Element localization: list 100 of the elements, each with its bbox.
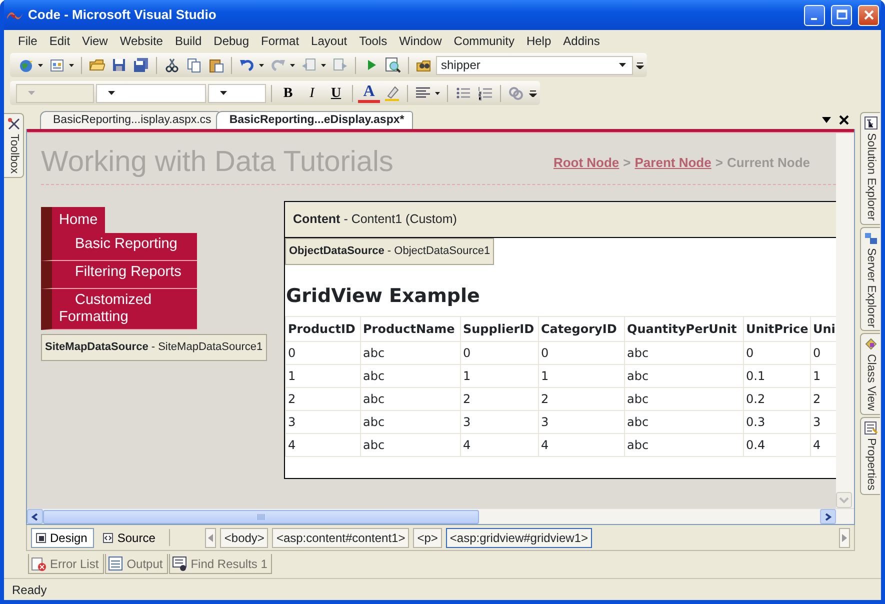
tag-path-item[interactable]: <asp:content#content1>	[272, 528, 410, 548]
document-tab[interactable]: BasicReporting...isplay.aspx.cs	[40, 111, 220, 129]
table-cell: 0	[460, 342, 538, 364]
column-header: ProductName	[360, 316, 460, 342]
side-panel-tab[interactable]: Properties	[860, 417, 880, 495]
side-panel-tab[interactable]: Class View	[860, 333, 880, 416]
menu-item[interactable]: Tools	[353, 32, 394, 50]
underline-button[interactable]: U	[325, 83, 347, 103]
table-cell: 0.3	[744, 410, 810, 434]
page-heading: GridView Example	[286, 284, 481, 308]
table-cell: 3	[286, 410, 360, 434]
menu-link[interactable]: Customized Formatting	[41, 289, 197, 330]
table-cell: 0	[286, 342, 360, 364]
table-cell: abc	[624, 434, 744, 456]
scroll-right-icon[interactable]	[820, 509, 836, 524]
breadcrumb-separator: >	[715, 154, 723, 172]
menu-item[interactable]: Help	[520, 32, 558, 50]
scrollbar-thumb[interactable]	[43, 510, 479, 524]
menu-item[interactable]: Window	[393, 32, 448, 50]
view-tab[interactable]: Source	[98, 528, 162, 548]
source-view-icon[interactable]	[103, 532, 114, 542]
table-cell: abc	[360, 410, 460, 434]
menu-item[interactable]: Addins	[557, 32, 606, 50]
view-tab[interactable]: Design	[31, 528, 94, 548]
browse-icon[interactable]	[383, 55, 403, 75]
maximize-button[interactable]	[831, 4, 852, 26]
content-label: Content - Content1 (Custom)	[293, 211, 457, 228]
font-color-button[interactable]: A	[358, 83, 380, 103]
close-icon[interactable]	[839, 115, 849, 125]
menu-link[interactable]: Basic Reporting	[41, 233, 197, 261]
find-combo[interactable]: shipper	[436, 56, 633, 74]
breadcrumb-separator: >	[623, 154, 631, 172]
table-cell: 1	[460, 364, 538, 388]
tool-window-tab[interactable]: Output	[104, 554, 168, 574]
maximize-icon[interactable]	[836, 9, 848, 21]
breadcrumb-current: Current Node	[726, 154, 810, 172]
table-cell: abc	[624, 388, 744, 410]
server-explorer-icon	[864, 230, 878, 245]
menu-item[interactable]: Community	[448, 32, 520, 50]
table-cell: abc	[624, 342, 744, 364]
column-header: ProductID	[286, 316, 360, 342]
column-header: CategoryID	[538, 316, 624, 342]
status-bar: Ready	[4, 578, 881, 600]
tag-path-item[interactable]: <asp:gridview#gridview1>	[446, 528, 592, 548]
error-list-icon	[31, 556, 47, 572]
document-tab[interactable]: BasicReporting...eDisplay.aspx*	[216, 111, 414, 129]
side-panel-tab[interactable]: Server Explorer	[860, 226, 880, 332]
table-cell: abc	[624, 364, 744, 388]
close-button[interactable]	[858, 4, 879, 26]
properties-icon	[864, 421, 878, 436]
column-header: QuantityPerUnit	[624, 316, 744, 342]
horizontal-scrollbar[interactable]	[27, 508, 854, 524]
menu-item[interactable]: View	[76, 32, 114, 50]
tools-icon[interactable]	[6, 117, 20, 131]
control-label: ObjectDataSource - ObjectDataSource1	[285, 238, 494, 264]
menu-item[interactable]: Layout	[305, 32, 354, 50]
vertical-scrollbar[interactable]	[836, 133, 854, 508]
menu-item[interactable]: Format	[255, 32, 306, 50]
table-cell: 0	[538, 342, 624, 364]
menu-item[interactable]: Debug	[208, 32, 256, 50]
output-icon	[108, 556, 124, 572]
dropdown-caret-icon[interactable]	[618, 63, 626, 67]
table-cell: 4	[460, 434, 538, 456]
table-cell: abc	[360, 434, 460, 456]
italic-button[interactable]: I	[301, 83, 323, 103]
side-panel-tab[interactable]: Solution Explorer	[860, 112, 880, 225]
menu-link[interactable]: Home	[41, 207, 105, 233]
solution-explorer-icon	[864, 116, 878, 130]
table-cell: 2	[286, 388, 360, 410]
table-cell: abc	[624, 410, 744, 434]
table-cell: 4	[286, 434, 360, 456]
tag-path-item[interactable]: <p>	[413, 528, 442, 548]
table-cell: 0.2	[744, 388, 810, 410]
toolbox-tab[interactable]: Toolbox	[4, 113, 24, 178]
class-view-icon	[864, 337, 878, 352]
design-view-icon[interactable]	[36, 532, 46, 542]
tab-dropdown-icon[interactable]	[822, 117, 831, 123]
dropdown-caret-icon[interactable]	[220, 91, 226, 95]
minimize-button[interactable]	[804, 4, 825, 26]
table-cell: 1	[538, 364, 624, 388]
menu-item[interactable]: Build	[168, 32, 208, 50]
table-cell: abc	[360, 388, 460, 410]
bold-button[interactable]: B	[277, 83, 299, 103]
table-cell: abc	[360, 342, 460, 364]
table-cell: 2	[538, 388, 624, 410]
table-cell: abc	[360, 364, 460, 388]
tool-window-tab[interactable]: Error List	[28, 554, 104, 574]
menu-item[interactable]: Website	[114, 32, 169, 50]
column-header: SupplierID	[460, 316, 538, 342]
table-cell: 0.1	[744, 364, 810, 388]
tool-window-tab[interactable]: Find Results 1	[168, 554, 272, 574]
menu-item[interactable]: File	[12, 32, 44, 50]
column-header: UnitPrice	[744, 316, 810, 342]
menu-link[interactable]: Filtering Reports	[41, 261, 197, 289]
tag-path-item[interactable]: <body>	[220, 528, 268, 548]
scroll-left-icon[interactable]	[27, 509, 43, 524]
table-cell: 0	[744, 342, 810, 364]
dropdown-caret-icon[interactable]	[108, 91, 114, 95]
menu-item[interactable]: Edit	[43, 32, 76, 50]
save-all-icon[interactable]	[131, 55, 151, 75]
